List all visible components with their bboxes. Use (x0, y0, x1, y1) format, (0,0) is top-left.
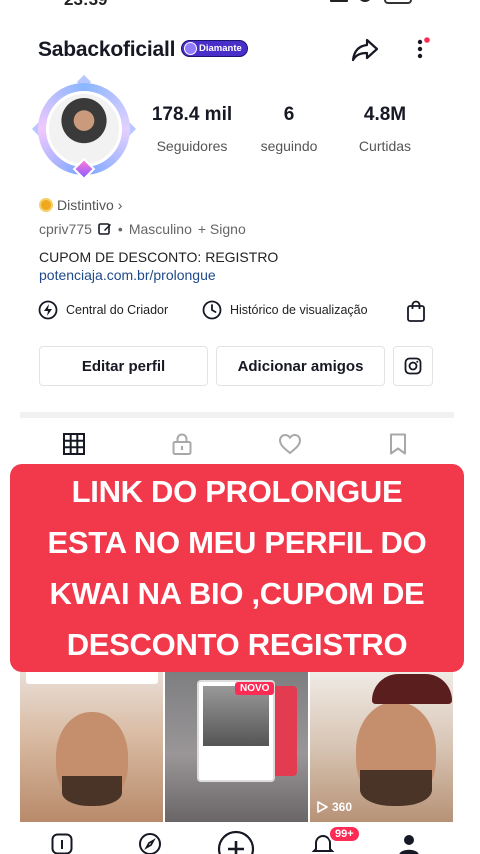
thumbnail-cap (372, 674, 452, 704)
profile-username: Sabackoficiall (38, 38, 176, 61)
edit-profile-button[interactable]: Editar perfil (39, 346, 208, 386)
stat-label: seguindo (260, 138, 318, 154)
stat-following[interactable]: 6 seguindo (239, 104, 339, 154)
distintivo-label: Distintivo (57, 197, 114, 213)
video-thumbnail[interactable]: 360 (310, 672, 453, 822)
thumbnail-collage (197, 680, 275, 782)
stat-likes[interactable]: 4.8M Curtidas (335, 104, 435, 154)
discover-compass-icon[interactable] (138, 832, 162, 854)
status-bar: 23:39 (0, 0, 480, 10)
profile-handle: cpriv775 (39, 221, 92, 237)
add-friends-button[interactable]: Adicionar amigos (216, 346, 385, 386)
create-plus-icon[interactable] (217, 830, 255, 854)
avatar-photo (46, 91, 122, 167)
stat-followers[interactable]: 178.4 mil Seguidores (142, 104, 242, 154)
info-separator: • (117, 221, 123, 237)
video-thumbnail[interactable]: NOVO (165, 672, 308, 822)
notification-count-badge: 99+ (328, 825, 361, 843)
chevron-right-icon: › (117, 197, 123, 213)
stat-value: 6 (283, 104, 295, 125)
shopping-bag-icon[interactable] (405, 300, 427, 322)
avatar[interactable] (31, 74, 137, 181)
more-dots-icon[interactable] (412, 34, 432, 64)
profile-person-icon[interactable] (397, 832, 421, 854)
battery-icon (384, 0, 412, 4)
section-divider (20, 412, 454, 418)
videos-grid-icon[interactable] (62, 432, 86, 456)
creator-center-button[interactable]: Central do Criador (38, 300, 168, 320)
watch-history-label: Histórico de visualização (230, 303, 368, 317)
badge-label: Diamante (199, 43, 242, 54)
diamond-icon (184, 42, 197, 55)
edit-pencil-icon[interactable] (98, 222, 112, 236)
stat-value: 178.4 mil (151, 104, 233, 125)
badge-coin-icon (39, 198, 53, 212)
liked-heart-icon[interactable] (278, 432, 302, 456)
wifi-icon (358, 0, 372, 2)
thumbnail-beard (360, 770, 432, 806)
instagram-icon (404, 357, 422, 375)
creator-center-label: Central do Criador (66, 303, 169, 317)
clock-icon (202, 300, 222, 320)
private-lock-icon[interactable] (170, 432, 194, 456)
signal-icon (330, 0, 348, 2)
stat-label: Curtidas (358, 138, 412, 154)
profile-link[interactable]: potenciaja.com.br/prolongue (39, 267, 216, 283)
watch-history-button[interactable]: Histórico de visualização (202, 300, 368, 320)
add-sign-link[interactable]: + Signo (198, 221, 246, 237)
new-label: NOVO (235, 682, 275, 695)
view-count-value: 360 (332, 800, 353, 814)
video-caption-strip (26, 672, 158, 684)
share-arrow-icon[interactable] (350, 34, 380, 64)
thumbnail-collage-image (203, 686, 269, 746)
profile-bio: CUPOM DE DESCONTO: REGISTRO (39, 249, 279, 265)
profile-gender: Masculino (128, 221, 192, 237)
status-time: 23:39 (64, 0, 107, 10)
profile-info-line: cpriv775 • Masculino + Signo (39, 221, 246, 237)
bottom-nav: 99+ (0, 822, 480, 854)
home-icon[interactable] (50, 832, 74, 854)
lightning-icon (38, 300, 58, 320)
video-thumbnail[interactable] (20, 672, 163, 822)
distintivo-link[interactable]: Distintivo › (39, 197, 122, 213)
thumbnail-beard (62, 776, 122, 806)
stat-value: 4.8M (363, 104, 407, 125)
stat-label: Seguidores (156, 138, 228, 154)
play-icon (317, 801, 328, 813)
saved-bookmark-icon[interactable] (386, 432, 410, 456)
instagram-button[interactable] (393, 346, 433, 386)
promo-banner-text: LINK DO PROLONGUE ESTA NO MEU PERFIL DO … (47, 474, 427, 662)
diamond-badge[interactable]: Diamante (181, 40, 248, 57)
view-count: 360 (316, 800, 352, 814)
promo-banner: LINK DO PROLONGUE ESTA NO MEU PERFIL DO … (10, 464, 464, 672)
